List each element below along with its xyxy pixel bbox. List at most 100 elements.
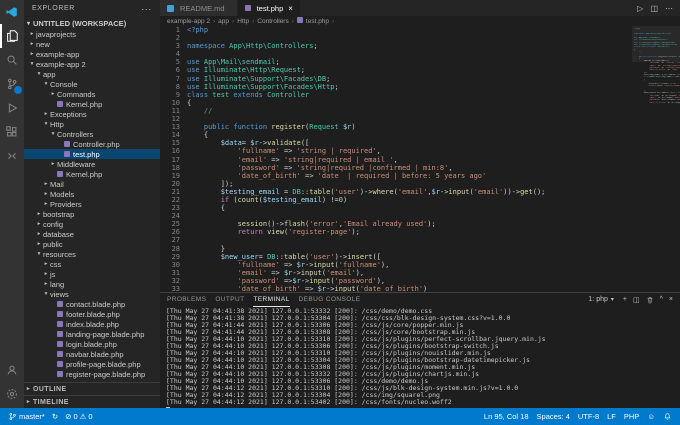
code-line[interactable]: 2 [160, 34, 632, 42]
tree-item[interactable]: ▾ resources [24, 249, 160, 259]
editor-tab[interactable]: README.md [160, 0, 238, 16]
editor-tab[interactable]: test.php × [237, 0, 301, 16]
code-line[interactable]: 33 'date_of_birth' => $r->input('date_of… [160, 285, 632, 292]
code-line[interactable]: 20 ]); [160, 180, 632, 188]
code-line[interactable]: 10 { [160, 99, 632, 107]
code-line[interactable]: 12 [160, 115, 632, 123]
code-line[interactable]: 27 [160, 236, 632, 244]
code-line[interactable]: 19 'date_of_birth' => 'date | required |… [160, 172, 632, 180]
tree-item[interactable]: ▸ lang [24, 279, 160, 289]
split-terminal-icon[interactable]: ◫ [633, 296, 640, 304]
problems-item[interactable]: ⊘ 0 ⚠ 0 [65, 412, 92, 421]
tree-item[interactable]: ▾ Controllers [24, 129, 160, 139]
code-line[interactable]: 1 <?php [160, 26, 632, 34]
code-line[interactable]: 28 } [160, 245, 632, 253]
indentation[interactable]: Spaces: 4 [537, 412, 570, 421]
run-debug-icon[interactable] [0, 96, 24, 120]
remote-explorer-icon[interactable] [0, 144, 24, 168]
panel-tab[interactable]: TERMINAL [253, 293, 290, 307]
run-button[interactable]: ▷ [637, 4, 643, 13]
tree-item[interactable]: index.blade.php [24, 319, 160, 329]
tree-item[interactable]: ▸ example-app [24, 49, 160, 59]
tree-item[interactable]: ▸ Exceptions [24, 109, 160, 119]
tree-item[interactable]: ▸ public [24, 239, 160, 249]
panel-tab[interactable]: DEBUG CONSOLE [299, 293, 361, 307]
panel-tab[interactable]: PROBLEMS [167, 293, 206, 307]
search-icon[interactable] [0, 48, 24, 72]
tree-item[interactable]: contact.blade.php [24, 299, 160, 309]
minimap[interactable]: <?php namespace App\Http\Controllers; us… [632, 26, 680, 292]
code-line[interactable]: 31 'email' => $r->input('email'), [160, 269, 632, 277]
tree-item[interactable]: profile-page.blade.php [24, 359, 160, 369]
more-actions-icon[interactable]: ··· [141, 4, 152, 14]
feedback-icon[interactable]: ☺ [647, 412, 655, 421]
code-editor[interactable]: 1 <?php 2 3 namespace App\Http\Controlle… [160, 26, 632, 292]
code-line[interactable]: 26 return view('register-page'); [160, 228, 632, 236]
tree-item[interactable]: navbar.blade.php [24, 349, 160, 359]
cursor-position[interactable]: Ln 95, Col 18 [484, 412, 529, 421]
tree-item[interactable]: ▸ Models [24, 189, 160, 199]
tree-item[interactable]: ▸ bootstrap [24, 209, 160, 219]
tree-item[interactable]: ▸ database [24, 229, 160, 239]
code-line[interactable]: 13 public function register(Request $r) [160, 123, 632, 131]
code-line[interactable]: 7 use Illuminate\Support\Facades\DB; [160, 75, 632, 83]
terminal[interactable]: [Thu May 27 04:41:38 2021] 127.0.0.1:533… [160, 306, 680, 408]
eol-type[interactable]: LF [607, 412, 616, 421]
breadcrumb-item[interactable]: app [218, 17, 229, 25]
account-icon[interactable] [0, 358, 24, 382]
code-line[interactable]: 17 'email' => 'string|required | email '… [160, 156, 632, 164]
code-line[interactable]: 9 class test extends Controller [160, 91, 632, 99]
code-line[interactable]: 4 [160, 50, 632, 58]
maximize-panel-icon[interactable]: ^ [660, 296, 663, 303]
tree-item[interactable]: ▸ js [24, 269, 160, 279]
code-line[interactable]: 6 use Illuminate\Http\Request; [160, 66, 632, 74]
code-line[interactable]: 32 'password' =>$r->input('password'), [160, 277, 632, 285]
tree-item[interactable]: ▸ Commands [24, 89, 160, 99]
code-line[interactable]: 15 $data= $r->validate([ [160, 139, 632, 147]
explorer-icon[interactable] [0, 24, 24, 48]
code-line[interactable]: 23 { [160, 204, 632, 212]
tree-item[interactable]: ▾ Console [24, 79, 160, 89]
workspace-header[interactable]: ▾ UNTITLED (WORKSPACE) [24, 17, 160, 29]
tree-item[interactable]: ▸ javaprojects [24, 29, 160, 39]
tree-item[interactable]: Kernel.php [24, 169, 160, 179]
tree-item[interactable]: ▾ app [24, 69, 160, 79]
tree-item[interactable]: ▸ Middleware [24, 159, 160, 169]
language-mode[interactable]: PHP [624, 412, 639, 421]
sidebar-section-header[interactable]: ▸ TIMELINE [24, 395, 160, 408]
sync-icon[interactable]: ↻ [52, 412, 58, 421]
code-line[interactable]: 3 namespace App\Http\Controllers; [160, 42, 632, 50]
tree-item[interactable]: ▾ views [24, 289, 160, 299]
tree-item[interactable]: ▸ config [24, 219, 160, 229]
close-icon[interactable]: × [288, 4, 293, 13]
code-line[interactable]: 21 $testing_email = DB::table('user')->w… [160, 188, 632, 196]
panel-tab[interactable]: OUTPUT [215, 293, 244, 307]
tree-item[interactable]: Controller.php [24, 139, 160, 149]
tree-item[interactable]: test.php [24, 149, 160, 159]
tree-item[interactable]: ▸ new [24, 39, 160, 49]
code-line[interactable]: 24 [160, 212, 632, 220]
close-panel-icon[interactable]: × [669, 296, 673, 303]
breadcrumb-item[interactable]: Http [237, 17, 249, 25]
tree-item[interactable]: ▸ Providers [24, 199, 160, 209]
code-line[interactable]: 30 'fullname' => $r->input('fullname'), [160, 261, 632, 269]
breadcrumb-item[interactable]: example-app 2 [167, 17, 210, 25]
tree-item[interactable]: Kernel.php [24, 99, 160, 109]
tree-item[interactable]: ▾ Http [24, 119, 160, 129]
source-control-icon[interactable] [0, 72, 24, 96]
sidebar-section-header[interactable]: ▸ OUTLINE [24, 382, 160, 395]
code-line[interactable]: 8 use Illuminate\Support\Facades\Http; [160, 83, 632, 91]
code-line[interactable]: 5 use App\Mail\sendmail; [160, 58, 632, 66]
new-terminal-icon[interactable]: + [623, 296, 627, 303]
code-line[interactable]: 11 // [160, 107, 632, 115]
extensions-icon[interactable] [0, 120, 24, 144]
encoding[interactable]: UTF-8 [578, 412, 599, 421]
minimap-slider[interactable] [632, 26, 680, 62]
tree-item[interactable]: register-page.blade.php [24, 369, 160, 379]
tree-item[interactable]: landing-page.blade.php [24, 329, 160, 339]
code-line[interactable]: 14 { [160, 131, 632, 139]
bell-icon[interactable] [663, 412, 672, 421]
code-line[interactable]: 18 'password' => 'string|required |confi… [160, 164, 632, 172]
git-branch-item[interactable]: master* [8, 412, 45, 421]
code-line[interactable]: 29 $new_user= DB::table('user')->insert(… [160, 253, 632, 261]
